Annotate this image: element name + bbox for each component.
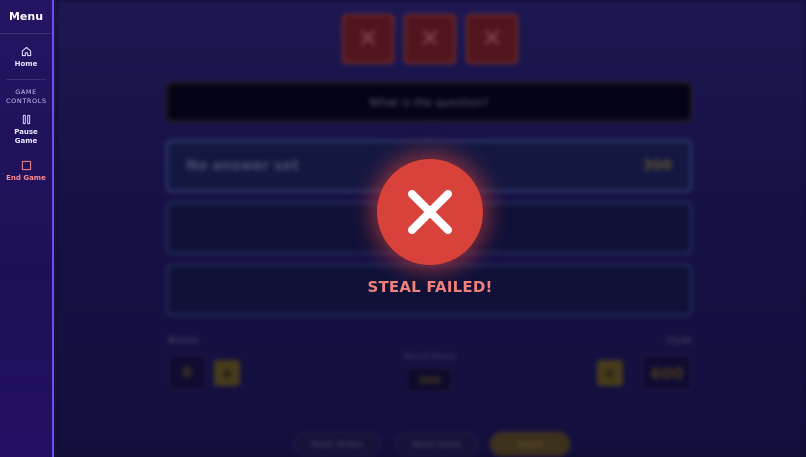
sidebar-item-home[interactable]: Home [0,46,52,69]
pause-game-button[interactable]: Pause Game [0,114,52,146]
menu-title: Menu [0,0,52,34]
steal-failed-message: STEAL FAILED! [367,278,493,296]
sidebar-divider [6,79,46,80]
fail-x-badge [377,159,483,265]
sidebar-menu: Menu Home GAME CONTROLS Pause Game End G… [0,0,54,457]
home-icon [21,46,31,57]
sidebar-item-home-label: Home [14,60,38,68]
pause-game-label: Pause Game [14,128,38,145]
stop-icon [21,160,31,171]
end-game-label: End Game [6,174,46,182]
end-game-button[interactable]: End Game [0,160,52,183]
close-icon [408,190,452,234]
game-controls-heading: GAME CONTROLS [6,88,47,105]
pause-icon [22,114,30,125]
